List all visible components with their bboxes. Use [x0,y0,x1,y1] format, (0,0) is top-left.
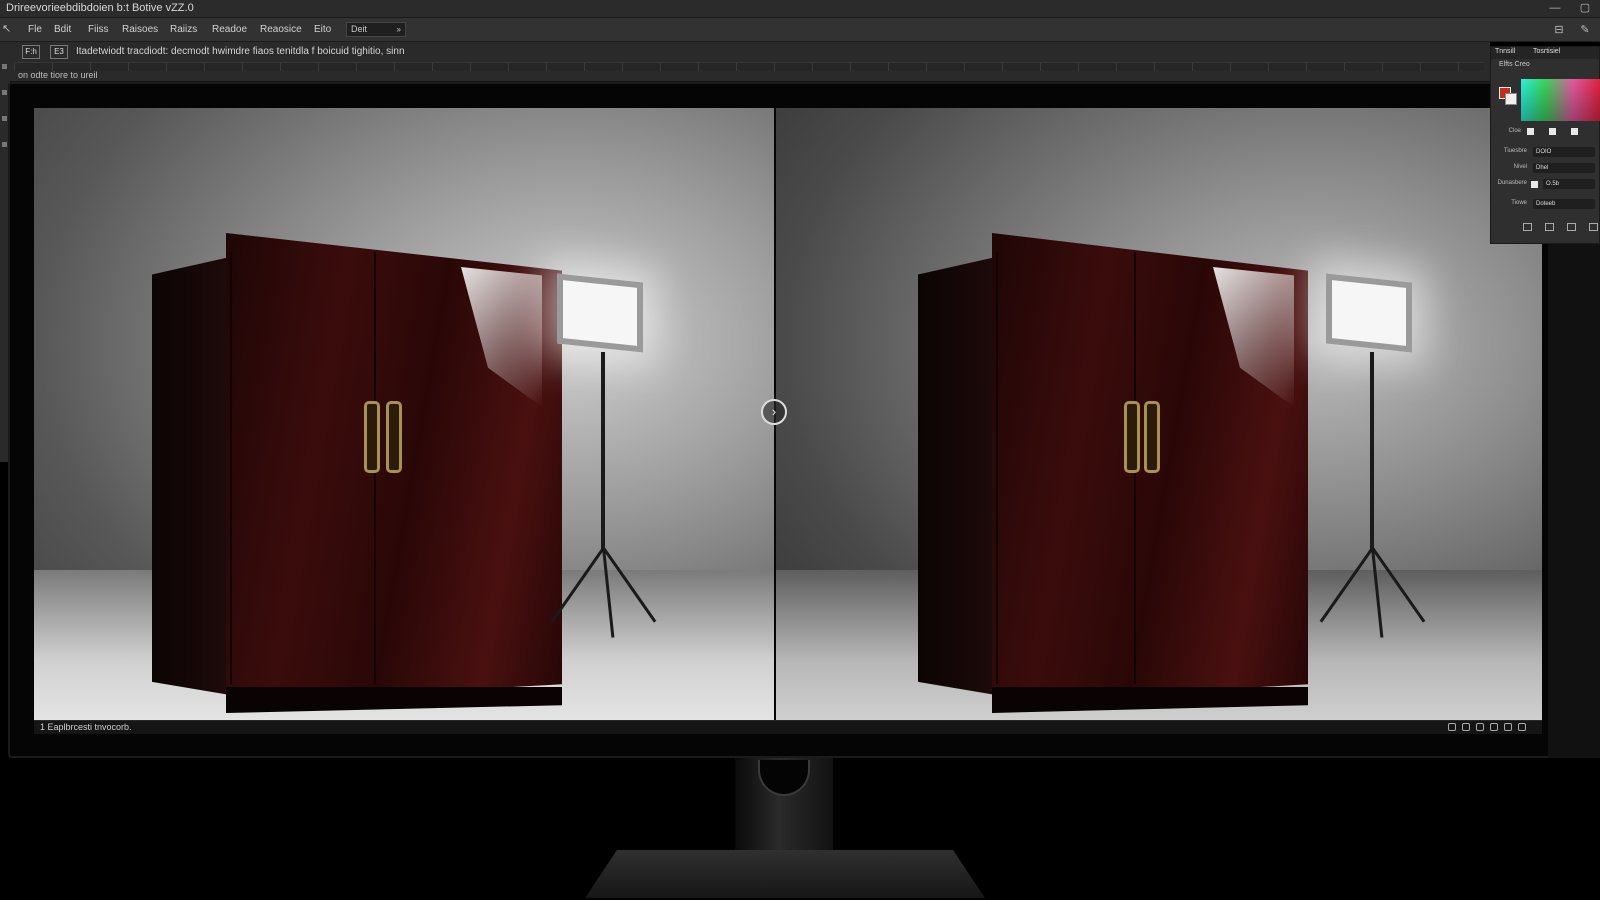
cabinet-base [226,687,562,713]
options-bar: F:h E3 Itadetwiodt tracdiodt: decmodt hw… [0,42,1490,82]
status-icon[interactable] [1490,723,1498,731]
cabinet-edge [996,252,998,685]
panel-action-icon[interactable] [1567,223,1576,231]
status-icon[interactable] [1518,723,1526,731]
row-label: Cloe [1508,128,1521,134]
menu-item-type[interactable]: Raiizs [170,24,197,35]
tab-swatches[interactable]: Tosrtisiel [1533,48,1560,55]
color-row: Dunasbere O.5b [1491,179,1599,191]
color-row-cloe: Cloe [1491,127,1599,139]
panel-action-icon[interactable] [1589,223,1598,231]
cabinet-image [918,233,1308,713]
window-title: Drireevorieebdibdoien b:t Botive vZZ.0 [6,2,194,14]
cabinet-edge [230,252,232,685]
tool-icon[interactable] [2,64,7,69]
background-color-swatch[interactable] [1505,93,1517,105]
cabinet-side [152,257,230,695]
row-label: Nivel [1513,164,1527,170]
after-image[interactable] [776,108,1542,720]
studio-light [550,273,657,638]
light-leg [1319,547,1374,623]
light-pole [601,352,605,552]
cabinet-side [918,257,996,695]
menu-item-select[interactable]: Readoe [212,24,247,35]
light-head [1326,273,1412,353]
chevron-right-icon: » [396,25,401,34]
light-leg [550,547,605,623]
title-bar: Drireevorieebdibdoien b:t Botive vZZ.0 —… [0,0,1600,18]
menu-item-edit[interactable]: Bdit [54,24,71,35]
document-info: on odte tiore to ureil [18,70,98,80]
menu-item-file[interactable]: Fle [28,24,42,35]
row-value[interactable]: Dhel [1533,163,1595,173]
horizontal-ruler [14,62,1484,71]
arrange-icon[interactable]: ⊟ [1552,24,1566,36]
color-row: Tiowe Doteeb [1491,199,1599,211]
options-description: Itadetwiodt tracdiodt: decmodt hwimdre f… [76,46,405,57]
monitor-stand-base [585,850,985,898]
color-square[interactable] [1549,128,1556,135]
tool-icon[interactable] [2,142,7,147]
menu-item-image[interactable]: Fiiss [88,24,109,35]
color-panel-tabs: Tnnsill Tosrtisiel [1491,47,1599,59]
status-bar: 1 Eaplbrcesti tnvocorb. [34,720,1542,734]
toggle-square[interactable] [1531,181,1538,188]
row-value[interactable]: DOIO [1533,147,1595,157]
tab-color[interactable]: Tnnsill [1495,48,1515,55]
cabinet-base [992,687,1308,713]
light-head [557,273,643,353]
status-text: 1 Eaplbrcesti tnvocorb. [40,722,132,732]
tool-preset-icon[interactable]: F:h [22,45,40,59]
panel-action-icon[interactable] [1545,223,1554,231]
color-spectrum[interactable] [1521,79,1600,121]
row-label: Tiuesbre [1503,148,1527,154]
menu-item-view[interactable]: Eito [314,24,331,35]
row-value[interactable]: Doteeb [1533,199,1595,209]
document-select[interactable]: Deit » [346,22,406,37]
color-panel-subtabs: Elfts Creo [1499,61,1530,68]
status-icon[interactable] [1448,723,1456,731]
cabinet-handle [1124,401,1140,473]
frame-icon[interactable]: E3 [50,45,68,59]
compare-slider-handle[interactable]: › [761,399,787,425]
color-row: Tiuesbre DOIO [1491,147,1599,159]
panel-action-icon[interactable] [1523,223,1532,231]
cabinet-handle [1144,401,1160,473]
color-square[interactable] [1527,128,1534,135]
cabinet-handle [364,401,380,473]
studio-light [1319,273,1426,638]
row-label: Tiowe [1511,200,1527,206]
move-tool-icon[interactable]: ↖ [2,22,11,35]
color-panel: Tnnsill Tosrtisiel Elfts Creo Cloe Tiues… [1490,46,1600,244]
status-icon[interactable] [1476,723,1484,731]
menu-item-layer[interactable]: Raisoes [122,24,158,35]
menu-item-filter[interactable]: Reaosice [260,24,302,35]
document-select-value: Deit [351,24,368,34]
cabinet-handle [386,401,402,473]
maximize-button[interactable]: ▢ [1578,2,1592,14]
row-value[interactable]: O.5b [1543,179,1595,189]
color-square[interactable] [1571,128,1578,135]
minimize-button[interactable]: — [1548,2,1562,14]
pen-icon[interactable]: ✎ [1578,24,1592,36]
before-image[interactable] [34,108,774,720]
menu-bar: ↖ Fle Bdit Fiiss Raisoes Raiizs Readoe R… [0,18,1600,42]
color-row: Nivel Dhel [1491,163,1599,175]
light-pole [1370,352,1374,552]
row-label: Dunasbere [1497,180,1527,186]
status-icon[interactable] [1504,723,1512,731]
tool-icon[interactable] [2,90,7,95]
cabinet-image [152,233,562,713]
status-icon[interactable] [1462,723,1470,731]
tool-icon[interactable] [2,116,7,121]
